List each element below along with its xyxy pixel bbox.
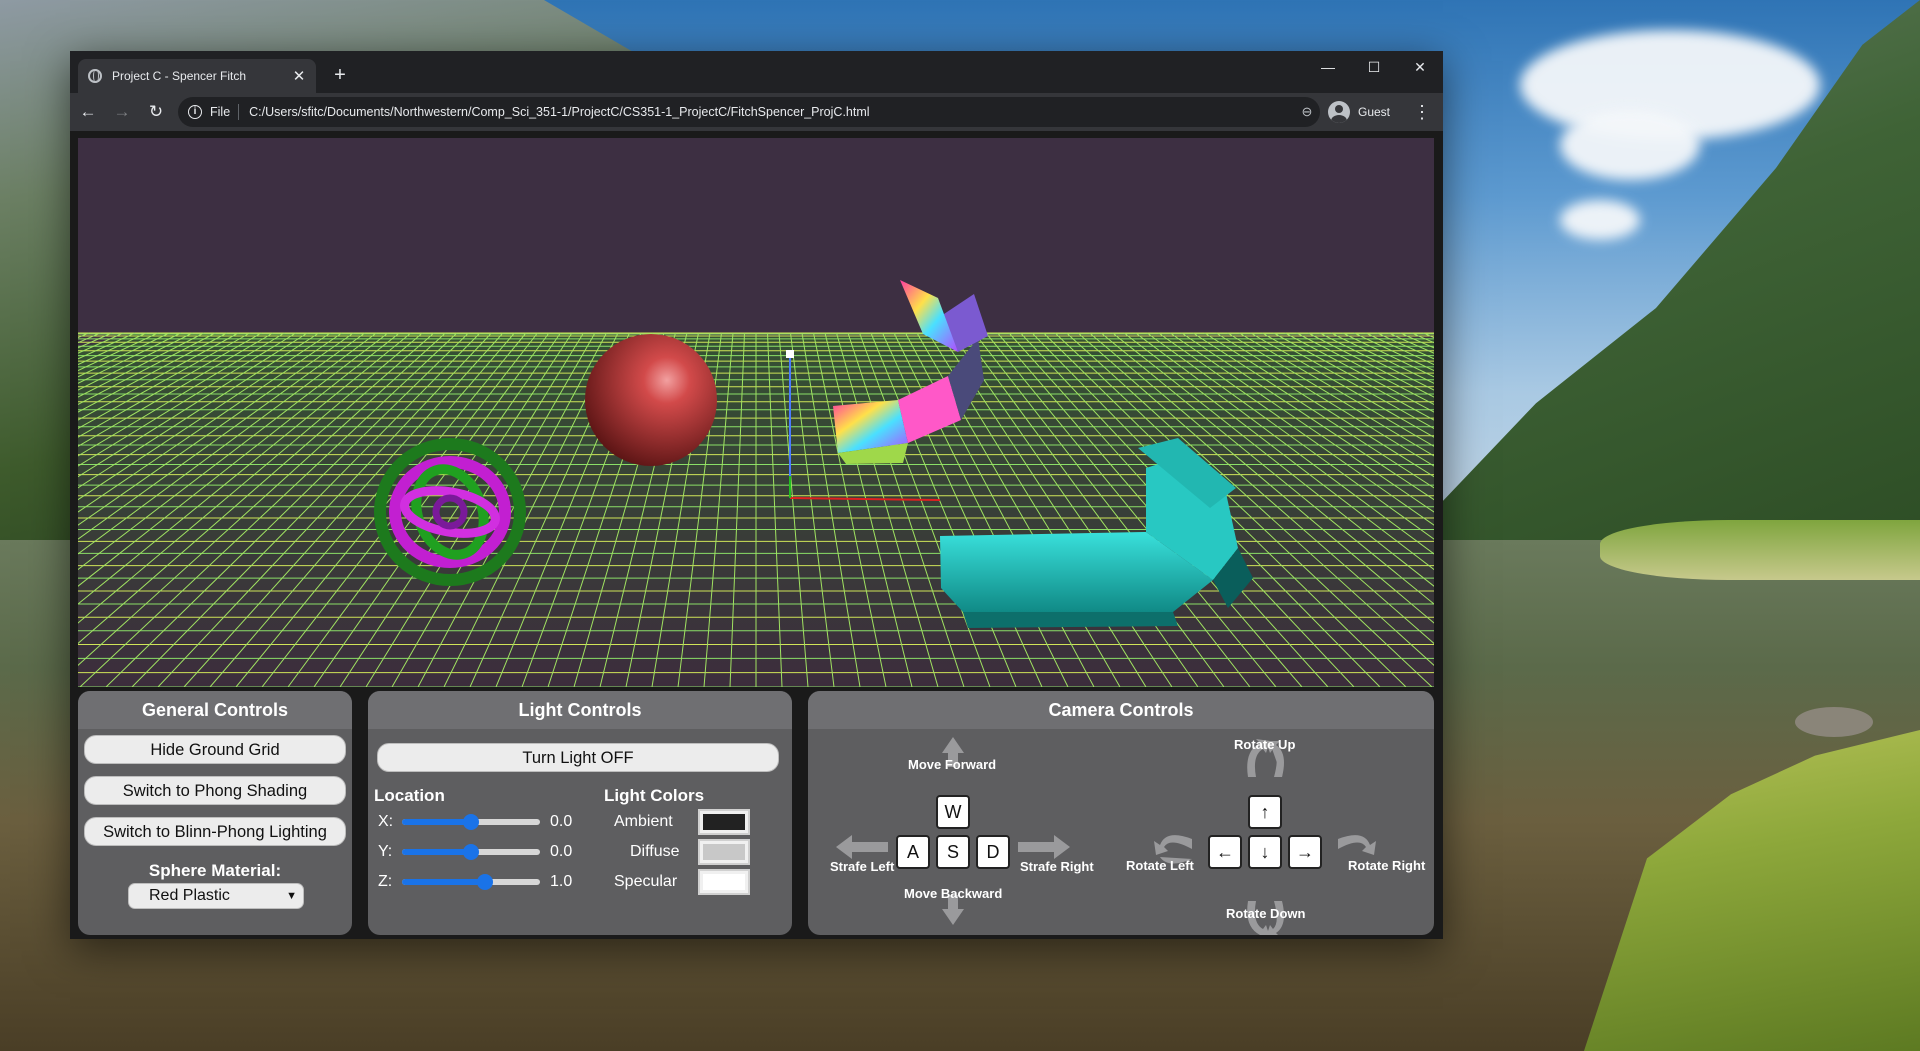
browser-tab[interactable]: Project C - Spencer Fitch ✕	[78, 59, 316, 93]
right-arrow-key[interactable]: →	[1288, 835, 1322, 869]
switch-blinn-phong-button[interactable]: Switch to Blinn-Phong Lighting	[84, 817, 346, 846]
camera-controls-title: Camera Controls	[808, 691, 1434, 729]
strafe-left-label: Strafe Left	[830, 859, 895, 874]
menu-icon[interactable]: ⋮	[1409, 97, 1435, 127]
page-viewport: General Controls Hide Ground Grid Switch…	[70, 131, 1443, 939]
rotate-up-label: Rotate Up	[1234, 737, 1296, 752]
y-slider[interactable]	[402, 844, 540, 860]
specular-color-picker[interactable]	[698, 869, 750, 895]
camera-controls-panel: Camera Controls W A S D Move Forward Mov…	[808, 691, 1434, 935]
tab-close-icon[interactable]: ✕	[290, 67, 308, 85]
webgl-canvas[interactable]	[78, 138, 1434, 687]
browser-toolbar: ← → ↻ i File C:/Users/sfitc/Documents/No…	[70, 93, 1443, 131]
tab-title: Project C - Spencer Fitch	[112, 69, 247, 83]
sphere-material-label: Sphere Material:	[148, 861, 282, 880]
camera-arrows-graphic	[836, 737, 1376, 935]
divider	[238, 104, 240, 120]
url-scheme: File	[210, 105, 231, 119]
rotate-left-label: Rotate Left	[1126, 858, 1194, 873]
z-label: Z:	[378, 873, 393, 890]
move-forward-label: Move Forward	[908, 757, 997, 772]
strafe-right-label: Strafe Right	[1020, 859, 1094, 874]
url-text[interactable]: C:/Users/sfitc/Documents/Northwestern/Co…	[249, 105, 1294, 119]
sphere-material-value: Red Plastic	[149, 887, 230, 904]
maximize-button[interactable]: ☐	[1351, 51, 1397, 83]
z-value: 1.0	[550, 873, 573, 890]
general-controls-title: General Controls	[78, 691, 352, 729]
close-window-button[interactable]: ✕	[1397, 51, 1443, 83]
light-colors-label: Light Colors	[604, 786, 705, 805]
switch-phong-shading-button[interactable]: Switch to Phong Shading	[84, 776, 346, 805]
back-arrow-icon[interactable]: ←	[72, 96, 104, 128]
left-arrow-key[interactable]: ←	[1208, 835, 1242, 869]
scene-graphic	[78, 280, 1434, 687]
sphere-material-select[interactable]: Red Plastic ▼	[128, 883, 304, 909]
light-controls-panel: Light Controls Turn Light OFF Location X…	[368, 691, 792, 935]
ambient-label: Ambient	[614, 813, 673, 830]
a-key[interactable]: A	[896, 835, 930, 869]
z-slider[interactable]	[402, 874, 540, 890]
rotate-down-label: Rotate Down	[1226, 906, 1306, 921]
diffuse-label: Diffuse	[630, 843, 680, 860]
y-label: Y:	[378, 843, 393, 860]
x-label: X:	[378, 813, 394, 830]
x-slider[interactable]	[402, 814, 540, 830]
location-label: Location	[374, 786, 445, 805]
turn-light-off-button[interactable]: Turn Light OFF	[377, 743, 779, 772]
info-icon[interactable]: i	[188, 105, 202, 119]
move-backward-label: Move Backward	[904, 886, 1003, 901]
y-value: 0.0	[550, 843, 573, 860]
s-key[interactable]: S	[936, 835, 970, 869]
tab-strip: Project C - Spencer Fitch ✕ + — ☐ ✕	[70, 51, 1443, 93]
specular-label: Specular	[614, 873, 678, 890]
minimize-button[interactable]: —	[1305, 51, 1351, 83]
chevron-down-icon: ▼	[286, 890, 297, 902]
ambient-color-picker[interactable]	[698, 809, 750, 835]
hide-ground-grid-button[interactable]: Hide Ground Grid	[84, 735, 346, 764]
light-controls-title: Light Controls	[368, 691, 792, 729]
general-controls-panel: General Controls Hide Ground Grid Switch…	[78, 691, 352, 935]
down-arrow-key[interactable]: ↓	[1248, 835, 1282, 869]
d-key[interactable]: D	[976, 835, 1010, 869]
browser-window: Project C - Spencer Fitch ✕ + — ☐ ✕ ← → …	[70, 51, 1443, 939]
forward-arrow-icon[interactable]: →	[106, 96, 138, 128]
x-value: 0.0	[550, 813, 573, 830]
avatar-icon	[1328, 101, 1350, 123]
zoom-icon[interactable]: ⊖	[1294, 104, 1320, 120]
reload-icon[interactable]: ↻	[140, 96, 172, 128]
up-arrow-key[interactable]: ↑	[1248, 795, 1282, 829]
profile-name: Guest	[1358, 105, 1391, 119]
address-bar[interactable]: i File C:/Users/sfitc/Documents/Northwes…	[178, 97, 1320, 127]
rotate-right-label: Rotate Right	[1348, 858, 1426, 873]
profile-button[interactable]: Guest	[1328, 97, 1390, 127]
window-controls: — ☐ ✕	[1305, 51, 1443, 83]
w-key[interactable]: W	[936, 795, 970, 829]
globe-icon	[88, 69, 102, 83]
diffuse-color-picker[interactable]	[698, 839, 750, 865]
new-tab-button[interactable]: +	[328, 63, 352, 87]
